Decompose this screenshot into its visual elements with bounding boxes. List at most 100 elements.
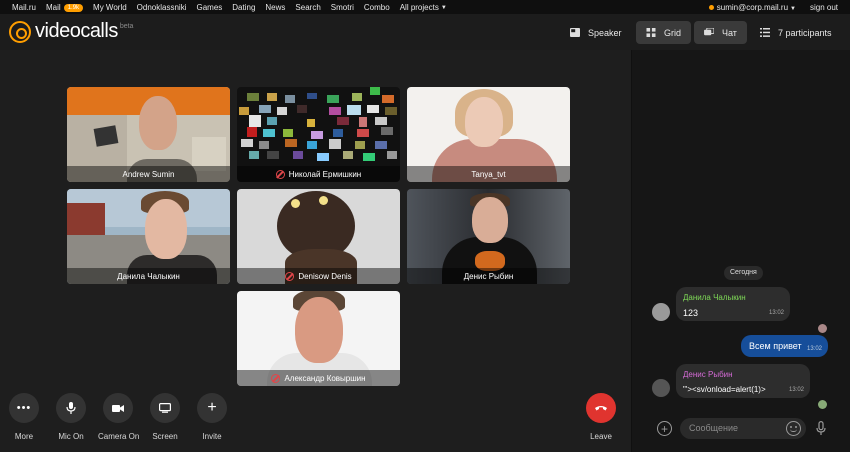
grid-view-label: Grid — [664, 27, 682, 38]
portal-link-myworld[interactable]: My World — [93, 3, 127, 12]
video-background — [93, 125, 119, 147]
microphone-icon — [66, 402, 76, 414]
user-email: sumin@corp.mail.ru — [716, 3, 789, 12]
emoji-eye — [790, 426, 792, 428]
portal-link-search[interactable]: Search — [295, 3, 320, 12]
portal-link-mail[interactable]: Mail 1.9k — [46, 3, 84, 12]
participant-name: Николай Ермишкин — [288, 169, 362, 179]
video-tile-tanya-tvt[interactable]: Tanya_tvt — [407, 87, 570, 182]
screen-share-button[interactable]: Screen — [145, 393, 185, 441]
logo-text: videocalls — [35, 20, 118, 42]
voice-message-icon[interactable] — [816, 421, 826, 436]
message-time: 13:02 — [788, 387, 804, 393]
participant-name-tag: Denisow Denis — [237, 268, 400, 284]
portal-link-dating[interactable]: Dating — [232, 3, 255, 12]
message-time: 13:02 — [806, 346, 822, 352]
message-author[interactable]: Денис Рыбин — [683, 370, 803, 379]
portal-user: sumin@corp.mail.ru ▼ sign out — [708, 3, 838, 12]
leave-label: Leave — [590, 432, 612, 441]
portal-link-games[interactable]: Games — [196, 3, 222, 12]
more-label: More — [14, 432, 34, 441]
portal-link-combo[interactable]: Combo — [364, 3, 390, 12]
read-receipt-avatar — [818, 400, 827, 409]
participants-button[interactable]: 7 participants — [750, 21, 842, 44]
camera-toggle-button[interactable]: Camera On — [98, 393, 139, 441]
screen-button-circle — [150, 393, 180, 423]
chat-message-incoming: Данила Чалыкин 123 13:02 — [676, 287, 790, 321]
participant-name: Денис Рыбин — [463, 271, 514, 281]
participant-face — [145, 199, 187, 259]
invite-button[interactable]: + Invite — [192, 393, 232, 441]
video-tile-denis-rybin[interactable]: Денис Рыбин — [407, 189, 570, 284]
chat-message-outgoing: Всем привет 13:02 — [741, 335, 828, 357]
hang-up-icon — [595, 405, 607, 410]
emoji-icon[interactable] — [786, 421, 801, 436]
more-button[interactable]: ••• More — [4, 393, 44, 441]
screen-share-icon — [159, 403, 171, 413]
user-menu[interactable]: sumin@corp.mail.ru ▼ — [708, 3, 796, 12]
avatar[interactable] — [652, 303, 670, 321]
grid-icon — [646, 28, 656, 37]
video-tile-denisow-denis[interactable]: Denisow Denis — [237, 189, 400, 284]
avatar[interactable] — [652, 379, 670, 397]
participant-name-tag: Денис Рыбин — [407, 268, 570, 284]
read-receipt-avatar — [818, 324, 827, 333]
signout-link[interactable]: sign out — [810, 3, 838, 12]
portal-link-odnoklassniki[interactable]: Odnoklassniki — [137, 3, 187, 12]
portal-link-mailru[interactable]: Mail.ru — [12, 3, 36, 12]
participant-name: Andrew Sumin — [122, 169, 175, 179]
participant-name-tag: Александр Ковыршин — [237, 370, 400, 386]
speaker-view-label: Speaker — [588, 27, 622, 38]
all-projects-label: All projects — [399, 3, 439, 12]
screen-label: Screen — [152, 432, 178, 441]
chat-message-incoming: Денис Рыбин "'><sv/onload=alert(1)> 13:0… — [676, 364, 810, 398]
app-header: videocalls beta Speaker Grid Чат 7 parti… — [0, 14, 850, 50]
attach-button[interactable]: + — [657, 421, 672, 436]
at-logo-icon — [9, 20, 31, 43]
plush-eye — [319, 196, 328, 205]
participant-name-tag: Данила Чалыкин — [67, 268, 230, 284]
grid-view-button[interactable]: Grid — [636, 21, 692, 44]
status-dot-icon — [708, 5, 714, 10]
leave-call-button[interactable]: Leave — [581, 393, 621, 441]
emoji-mouth — [790, 429, 797, 432]
portal-bar: Mail.ru Mail 1.9k My World Odnoklassniki … — [0, 0, 850, 14]
speaker-view-button[interactable]: Speaker — [560, 21, 632, 44]
participant-name: Tanya_tvt — [471, 169, 506, 179]
app-logo[interactable]: videocalls beta — [9, 20, 133, 43]
leave-button-circle — [586, 393, 616, 423]
portal-links: Mail.ru Mail 1.9k My World Odnoklassniki … — [12, 3, 447, 12]
portal-link-all-projects[interactable]: All projects ▼ — [400, 3, 447, 12]
more-button-circle: ••• — [9, 393, 39, 423]
ellipsis-icon: ••• — [16, 402, 32, 414]
chat-label: Чат — [722, 27, 737, 38]
invite-button-circle: + — [197, 393, 227, 423]
video-tile-aleksandr-kovyrshin[interactable]: Александр Ковыршин — [237, 291, 400, 386]
portal-link-news[interactable]: News — [265, 3, 285, 12]
chevron-down-icon: ▼ — [440, 4, 447, 11]
video-tile-andrew-sumin[interactable]: Andrew Sumin — [67, 87, 230, 182]
participant-name: Александр Ковыршин — [284, 373, 366, 383]
participant-name-tag: Николай Ермишкин — [237, 166, 400, 182]
camera-off-icon — [275, 169, 285, 179]
chat-icon — [704, 28, 714, 36]
participant-name: Denisow Denis — [298, 271, 352, 281]
portal-link-mail-label: Mail — [46, 3, 61, 12]
speaker-view-icon — [570, 28, 580, 37]
chevron-down-icon: ▼ — [790, 6, 796, 12]
video-background — [67, 203, 105, 235]
chat-day-divider: Сегодня — [724, 266, 763, 280]
chat-toggle-button[interactable]: Чат — [694, 21, 747, 44]
invite-label: Invite — [202, 432, 222, 441]
list-icon — [760, 28, 770, 37]
camera-button-circle — [103, 393, 133, 423]
video-tile-danila-chalykin[interactable]: Данила Чалыкин — [67, 189, 230, 284]
message-author[interactable]: Данила Чалыкин — [683, 293, 783, 302]
camera-off-icon — [271, 373, 281, 383]
plush-eye — [291, 199, 300, 208]
camera-off-icon — [285, 271, 295, 281]
portal-link-smotri[interactable]: Smotri — [331, 3, 354, 12]
message-text: "'><sv/onload=alert(1)> — [683, 385, 766, 394]
mic-toggle-button[interactable]: Mic On — [51, 393, 91, 441]
video-tile-nikolay-ermishkin[interactable]: Николай Ермишкин — [237, 87, 400, 182]
